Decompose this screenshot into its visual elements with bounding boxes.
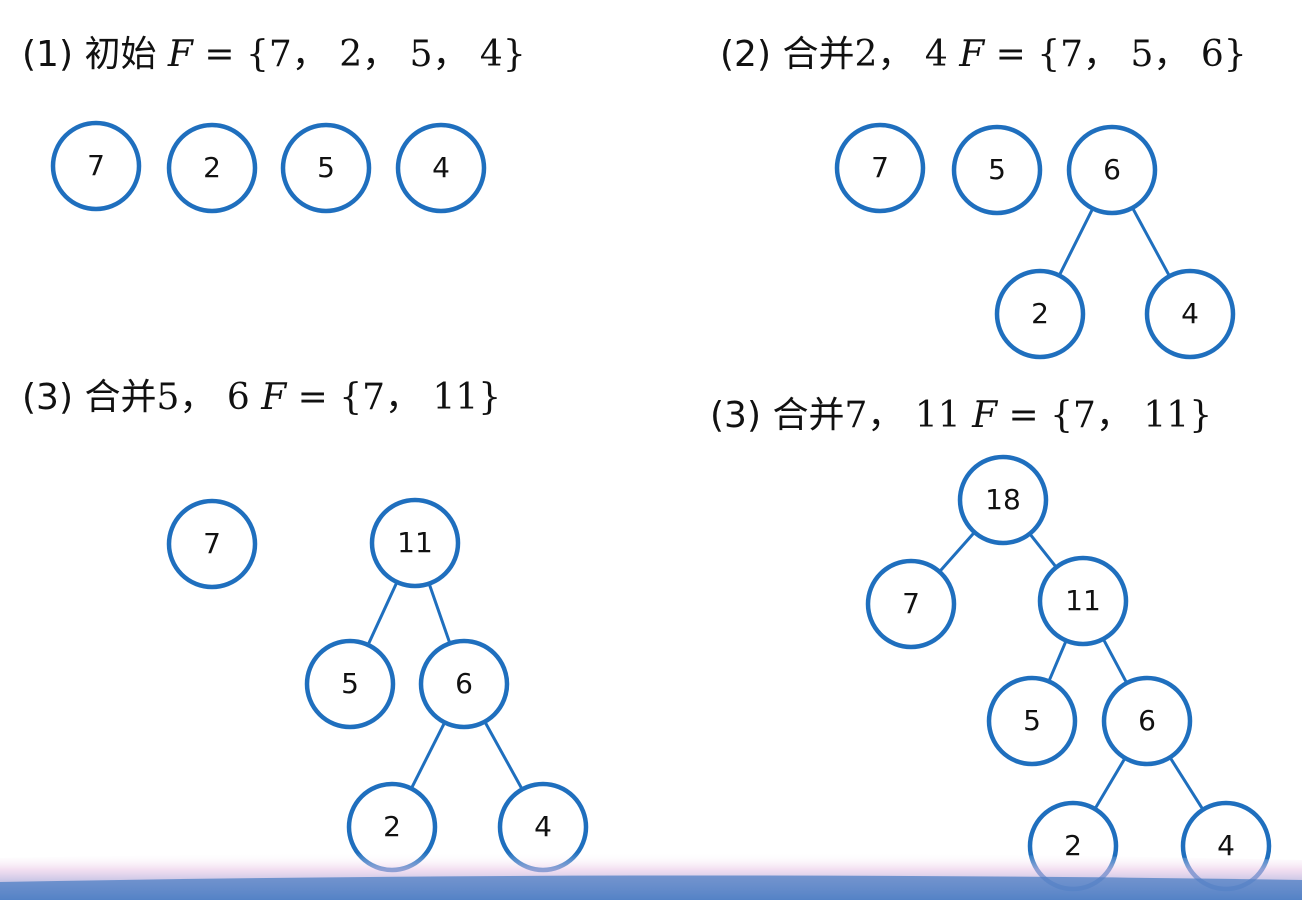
node-label: 4 xyxy=(1217,829,1235,862)
node-label: 4 xyxy=(1181,297,1199,330)
tree-edge xyxy=(1057,207,1095,277)
tree-node: 5 xyxy=(951,124,1043,216)
node-label: 5 xyxy=(341,667,359,700)
node-label: 2 xyxy=(203,151,221,184)
huffman-diagram: 7 2 5 4 7 5 6 2 4 7 11 5 6 2 4 18 7 11 5 6 2 4 xyxy=(50,120,1272,892)
node-label: 11 xyxy=(397,526,433,559)
tree-edge xyxy=(483,720,524,791)
node-label: 5 xyxy=(317,151,335,184)
tree-edge xyxy=(1047,639,1068,683)
node-label: 18 xyxy=(985,483,1021,516)
panel-4: 18 7 11 5 6 2 4 xyxy=(865,454,1272,892)
tree-edge xyxy=(1168,756,1205,811)
tree-edge xyxy=(366,581,399,646)
tree-node: 2 xyxy=(1027,800,1119,892)
node-label: 11 xyxy=(1065,584,1101,617)
tree-node: 11 xyxy=(1037,555,1129,647)
tree-edge xyxy=(1028,532,1058,569)
tree-node: 4 xyxy=(395,122,487,214)
tree-node: 4 xyxy=(497,781,589,873)
tree-edge xyxy=(938,531,976,573)
node-label: 7 xyxy=(87,149,105,182)
tree-node: 5 xyxy=(986,675,1078,767)
tree-node: 7 xyxy=(865,558,957,650)
tree-node: 2 xyxy=(994,268,1086,360)
node-label: 4 xyxy=(432,151,450,184)
node-label: 6 xyxy=(1138,704,1156,737)
node-label: 7 xyxy=(203,527,221,560)
node-label: 4 xyxy=(534,810,552,843)
tree-node: 6 xyxy=(1101,675,1193,767)
tree-node: 5 xyxy=(304,638,396,730)
tree-node: 4 xyxy=(1144,268,1236,360)
tree-edge xyxy=(427,583,452,644)
panel-3: 7 11 5 6 2 4 xyxy=(166,497,589,873)
node-label: 2 xyxy=(383,810,401,843)
tree-node: 5 xyxy=(280,122,372,214)
tree-node: 2 xyxy=(346,781,438,873)
tree-node: 11 xyxy=(369,497,461,589)
tree-node: 18 xyxy=(957,454,1049,546)
tree-node: 6 xyxy=(418,638,510,730)
tree-edge xyxy=(409,721,447,790)
tree-node: 2 xyxy=(166,122,258,214)
node-label: 7 xyxy=(871,151,889,184)
tree-edge xyxy=(1131,207,1171,277)
tree-node: 7 xyxy=(166,498,258,590)
node-label: 5 xyxy=(988,153,1006,186)
tree-edge xyxy=(1093,757,1127,810)
node-label: 2 xyxy=(1064,829,1082,862)
tree-node: 6 xyxy=(1066,124,1158,216)
node-label: 5 xyxy=(1023,704,1041,737)
node-label: 2 xyxy=(1031,297,1049,330)
node-label: 6 xyxy=(455,667,473,700)
tree-edge xyxy=(1101,638,1129,684)
tree-node: 7 xyxy=(50,120,142,212)
node-label: 6 xyxy=(1103,153,1121,186)
tree-node: 7 xyxy=(834,122,926,214)
node-label: 7 xyxy=(902,587,920,620)
panel-1: 7 2 5 4 xyxy=(50,120,487,214)
panel-2: 7 5 6 2 4 xyxy=(834,122,1236,360)
tree-node: 4 xyxy=(1180,800,1272,892)
